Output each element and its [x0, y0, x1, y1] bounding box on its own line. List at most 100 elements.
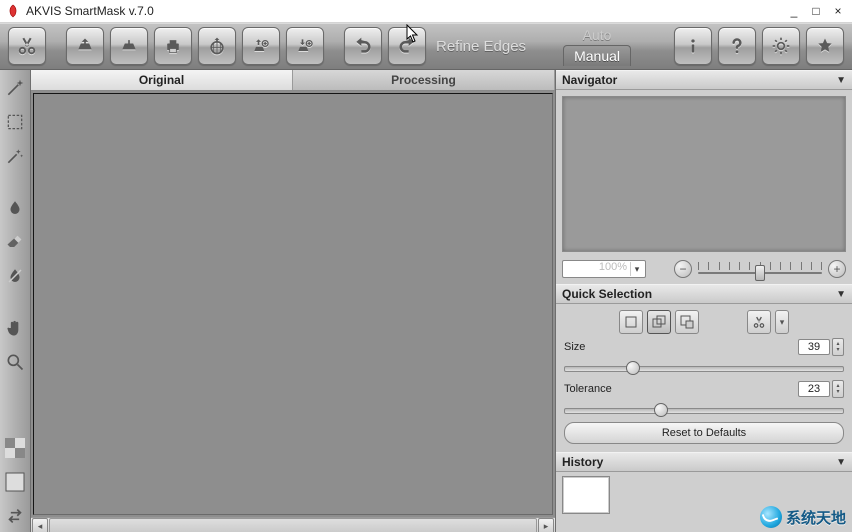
- share-button[interactable]: [198, 27, 236, 65]
- zoom-tool[interactable]: [3, 350, 27, 374]
- sparkle-wand-icon: [5, 146, 25, 166]
- mode-switch: Auto Manual: [542, 27, 652, 66]
- maximize-button[interactable]: □: [808, 3, 824, 19]
- right-panel: Navigator ▼ 100% ▾ − + Quick Sel: [555, 70, 852, 532]
- refine-edges-button[interactable]: Refine Edges: [436, 38, 526, 55]
- zoom-in-button[interactable]: +: [828, 260, 846, 278]
- desaturate-tool[interactable]: [3, 264, 27, 288]
- history-title: History: [562, 455, 603, 469]
- print-button[interactable]: [154, 27, 192, 65]
- navigator-panel: 100% ▾ − +: [556, 90, 852, 284]
- marquee-icon: [5, 112, 25, 132]
- preset-in-icon: [251, 36, 271, 56]
- reset-defaults-button[interactable]: Reset to Defaults: [564, 422, 844, 444]
- zoom-slider[interactable]: [696, 262, 824, 276]
- quick-selection-panel: ▾ Size 39 Tolerance 23: [556, 304, 852, 452]
- checker-icon: [5, 438, 25, 458]
- drop-icon: [6, 199, 24, 217]
- hand-tool[interactable]: [3, 316, 27, 340]
- redo-button[interactable]: [388, 27, 426, 65]
- tolerance-input[interactable]: 23: [798, 381, 830, 397]
- size-slider-thumb[interactable]: [626, 361, 640, 375]
- mode-auto-tab[interactable]: Auto: [542, 27, 652, 45]
- undo-button[interactable]: [344, 27, 382, 65]
- history-thumbnail[interactable]: [562, 476, 610, 514]
- tolerance-slider-thumb[interactable]: [654, 403, 668, 417]
- import-presets-button[interactable]: [242, 27, 280, 65]
- info-icon: [683, 36, 703, 56]
- selection-subtract-button[interactable]: [675, 310, 699, 334]
- left-toolbar: [0, 70, 31, 532]
- size-stepper[interactable]: [832, 338, 844, 356]
- collapse-icon: ▼: [836, 289, 846, 300]
- zoom-value: 100%: [599, 261, 627, 273]
- scissors-small-icon: [752, 315, 766, 329]
- scissors-tool-button[interactable]: [8, 27, 46, 65]
- navigator-preview[interactable]: [562, 96, 846, 252]
- rect-sub-icon: [680, 315, 694, 329]
- background-view-button[interactable]: [3, 470, 27, 494]
- scissors-icon: [16, 35, 38, 57]
- open-button[interactable]: [66, 27, 104, 65]
- collapse-icon: ▼: [836, 75, 846, 86]
- swap-view-button[interactable]: [3, 504, 27, 528]
- preferences-button[interactable]: [762, 27, 800, 65]
- info-button[interactable]: [674, 27, 712, 65]
- tolerance-slider[interactable]: [564, 402, 844, 416]
- close-button[interactable]: ×: [830, 3, 846, 19]
- drop-strike-icon: [6, 267, 24, 285]
- gear-icon: [771, 36, 791, 56]
- eraser-tool[interactable]: [3, 230, 27, 254]
- magic-brush-tool[interactable]: [3, 144, 27, 168]
- tab-processing[interactable]: Processing: [293, 70, 555, 90]
- undo-icon: [353, 36, 373, 56]
- cut-selection-button[interactable]: [747, 310, 771, 334]
- chevron-down-icon: ▾: [630, 262, 643, 276]
- quick-selection-title: Quick Selection: [562, 287, 652, 301]
- selection-tool[interactable]: [3, 110, 27, 134]
- zoom-out-button[interactable]: −: [674, 260, 692, 278]
- workspace: Original Processing ◂ ▸ Navigator ▼ 100%…: [0, 70, 852, 532]
- tolerance-stepper[interactable]: [832, 380, 844, 398]
- globe-icon: [207, 36, 227, 56]
- app-logo-icon: [6, 4, 20, 18]
- cut-selection-menu[interactable]: ▾: [775, 310, 789, 334]
- selection-new-button[interactable]: [619, 310, 643, 334]
- zoom-input[interactable]: 100% ▾: [562, 260, 646, 278]
- favorite-button[interactable]: [806, 27, 844, 65]
- print-icon: [163, 36, 183, 56]
- blur-tool[interactable]: [3, 196, 27, 220]
- rect-add-icon: [652, 315, 666, 329]
- transparency-view-button[interactable]: [3, 436, 27, 460]
- minimize-button[interactable]: _: [786, 3, 802, 19]
- horizontal-scrollbar[interactable]: ◂ ▸: [31, 517, 555, 532]
- history-panel: [556, 472, 852, 520]
- history-header[interactable]: History ▼: [556, 452, 852, 472]
- navigator-header[interactable]: Navigator ▼: [556, 70, 852, 90]
- swap-icon: [5, 506, 25, 526]
- rect-icon: [624, 315, 638, 329]
- help-button[interactable]: [718, 27, 756, 65]
- collapse-icon: ▼: [836, 457, 846, 468]
- canvas-area: Original Processing ◂ ▸: [31, 70, 555, 532]
- image-canvas[interactable]: [33, 93, 553, 515]
- solid-icon: [5, 472, 25, 492]
- magnifier-icon: [5, 352, 25, 372]
- export-presets-button[interactable]: [286, 27, 324, 65]
- redo-icon: [397, 36, 417, 56]
- quick-selection-tool[interactable]: [3, 76, 27, 100]
- mode-manual-tab[interactable]: Manual: [563, 45, 631, 66]
- scroll-right-button[interactable]: ▸: [538, 518, 554, 532]
- size-slider[interactable]: [564, 360, 844, 374]
- eraser-icon: [5, 232, 25, 252]
- size-input[interactable]: 39: [798, 339, 830, 355]
- preset-out-icon: [295, 36, 315, 56]
- zoom-slider-thumb[interactable]: [755, 265, 765, 281]
- tab-original[interactable]: Original: [31, 70, 293, 90]
- selection-add-button[interactable]: [647, 310, 671, 334]
- quick-selection-header[interactable]: Quick Selection ▼: [556, 284, 852, 304]
- hand-icon: [5, 318, 25, 338]
- save-button[interactable]: [110, 27, 148, 65]
- scroll-track[interactable]: [49, 518, 537, 532]
- scroll-left-button[interactable]: ◂: [32, 518, 48, 532]
